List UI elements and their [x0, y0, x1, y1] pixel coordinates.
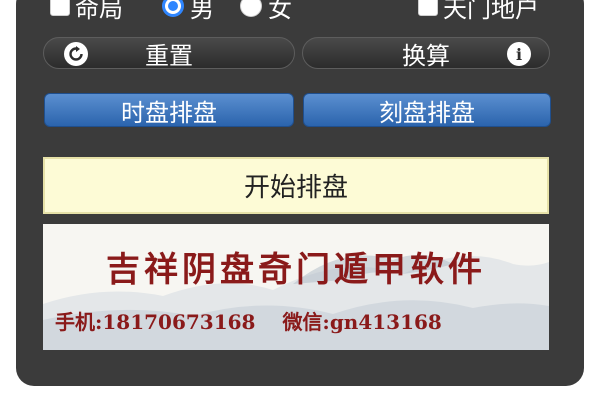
ming-ju-option[interactable]: 命局 — [50, 0, 123, 23]
wechat-text: 微信:gn413168 — [282, 310, 442, 334]
female-radio[interactable] — [240, 0, 262, 17]
female-label: 女 — [268, 0, 292, 23]
reset-label: 重置 — [145, 41, 193, 70]
gender-female-option[interactable]: 女 — [240, 0, 292, 23]
tian-men-di-hu-checkbox[interactable] — [418, 0, 438, 16]
start-label: 开始排盘 — [243, 173, 348, 203]
software-banner: 吉祥阴盘奇门遁甲软件 手机:18170673168 微信:gn413168 — [43, 224, 549, 350]
ming-ju-checkbox[interactable] — [50, 0, 70, 16]
convert-button[interactable]: 换算 i — [302, 37, 550, 70]
ke-pan-label: 刻盘排盘 — [379, 98, 475, 127]
info-icon: i — [507, 42, 531, 66]
shi-pan-label: 时盘排盘 — [121, 98, 217, 127]
convert-label: 换算 — [402, 41, 450, 70]
tian-men-di-hu-label: 天门地户 — [443, 0, 539, 23]
reset-button[interactable]: 重置 — [43, 37, 295, 70]
male-label: 男 — [190, 0, 214, 23]
ke-pan-button[interactable]: 刻盘排盘 — [303, 93, 551, 127]
banner-contact: 手机:18170673168 微信:gn413168 — [55, 306, 462, 335]
phone-text: 手机:18170673168 — [55, 310, 256, 334]
gender-male-option[interactable]: 男 — [162, 0, 214, 23]
banner-title: 吉祥阴盘奇门遁甲软件 — [106, 250, 486, 290]
male-radio[interactable] — [162, 0, 184, 17]
refresh-icon — [64, 42, 88, 66]
tian-men-di-hu-option[interactable]: 天门地户 — [418, 0, 539, 23]
start-button[interactable]: 开始排盘 — [43, 157, 549, 214]
ming-ju-label: 命局 — [75, 0, 123, 23]
shi-pan-button[interactable]: 时盘排盘 — [44, 93, 294, 127]
